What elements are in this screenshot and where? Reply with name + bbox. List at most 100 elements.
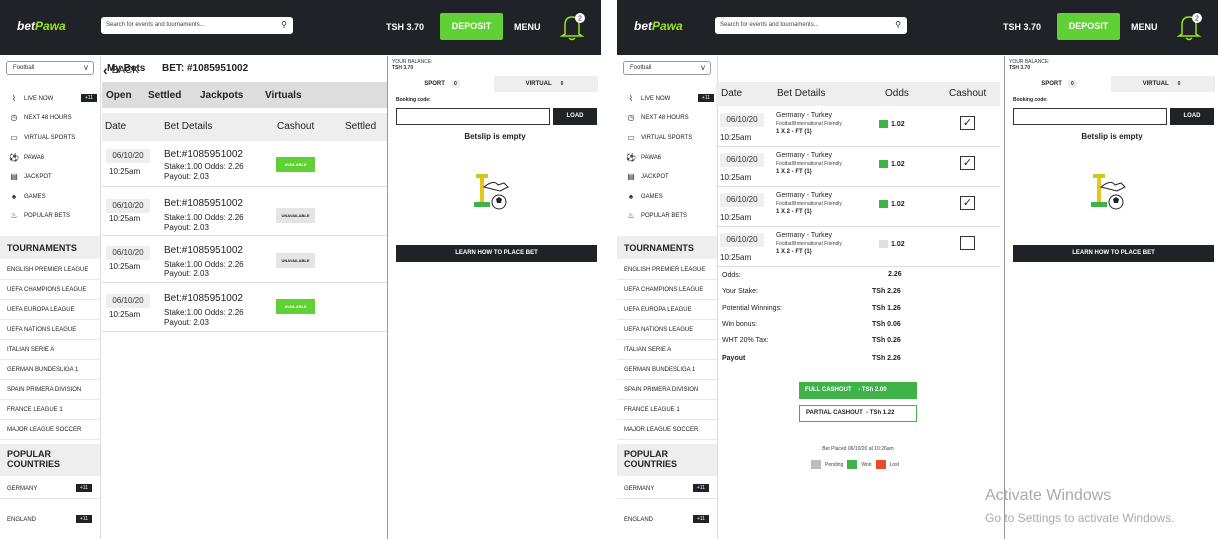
bet-stake: Stake:1.00 Odds: 2.26 [164, 213, 244, 222]
tournament-item[interactable]: UEFA CHAMPIONS LEAGUE [617, 280, 717, 300]
bet-tabs: Open Settled Jackpots Virtuals [102, 82, 387, 108]
tab-settled[interactable]: Settled [148, 90, 181, 101]
sidebar-item-virtual-sports[interactable]: ▭ VIRTUAL SPORTS [0, 128, 100, 147]
sidebar-item-next-48-hours[interactable]: ◷ NEXT 48 HOURS [617, 108, 717, 127]
summary-value: TSh 2.26 [872, 288, 901, 295]
booking-code-label: Booking code: [396, 97, 431, 103]
booking-code-input[interactable] [396, 108, 550, 125]
deposit-button[interactable]: DEPOSIT [1057, 13, 1120, 40]
tournament-item[interactable]: UEFA CHAMPIONS LEAGUE [0, 280, 100, 300]
tournament-item[interactable]: SPAIN PRIMERA DIVISION [617, 380, 717, 400]
search-icon[interactable]: ⚲ [895, 20, 901, 29]
betpawa-logo[interactable]: betPawa [17, 19, 66, 33]
tab-virtual[interactable]: VIRTUAL 0 [1111, 76, 1215, 92]
sidebar-item-pawa6[interactable]: ⚽ PAWA6 [617, 148, 717, 167]
sport-select[interactable]: Football v [623, 61, 711, 75]
tab-virtual[interactable]: VIRTUAL 0 [494, 76, 598, 92]
detail-table-header: Date Bet Details Odds Cashout [716, 82, 1000, 106]
sidebar-item-next-48-hours[interactable]: ◷ NEXT 48 HOURS [0, 108, 100, 127]
sidebar-item-jackpot[interactable]: ▤ JACKPOT [617, 167, 717, 186]
bet-row[interactable]: 06/10/20 10:25am Bet:#1085951002 Stake:1… [102, 283, 387, 332]
sidebar-item-games[interactable]: ♠ GAMES [0, 187, 100, 206]
tournament-item[interactable]: FRANCE LEAGUE 1 [617, 400, 717, 420]
tournament-item[interactable]: GERMAN BUNDESLIGA 1 [617, 360, 717, 380]
tournament-item[interactable]: UEFA EUROPA LEAGUE [0, 300, 100, 320]
sidebar-item-games[interactable]: ♠ GAMES [617, 187, 717, 206]
bet-row[interactable]: 06/10/20 10:25am Bet:#1085951002 Stake:1… [102, 187, 387, 236]
sidebar-item-pawa6[interactable]: ⚽ PAWA6 [0, 148, 100, 167]
tournament-item[interactable]: ITALIAN SERIE A [0, 340, 100, 360]
load-button[interactable]: LOAD [553, 108, 597, 125]
tournament-item[interactable]: UEFA EUROPA LEAGUE [617, 300, 717, 320]
search-input[interactable]: Search for events and tournaments... ⚲ [715, 17, 907, 34]
tab-jackpots[interactable]: Jackpots [200, 90, 243, 101]
menu-button[interactable]: MENU [514, 22, 541, 32]
spade-icon: ♠ [628, 192, 634, 201]
full-cashout-button[interactable]: FULL CASHOUT - TSh 2.00 [799, 382, 917, 399]
bet-row[interactable]: 06/10/20 10:25am Bet:#1085951002 Stake:1… [102, 143, 387, 187]
sidebar-item-live-now[interactable]: ⌇ LIVE NOW +11 [617, 89, 717, 108]
cashout-checkbox[interactable] [960, 236, 975, 250]
match-name: Germany - Turkey [776, 112, 833, 119]
bet-stake: Stake:1.00 Odds: 2.26 [164, 260, 244, 269]
country-item-germany[interactable]: GERMANY +11 [0, 479, 100, 499]
pending-swatch [811, 460, 821, 469]
tournament-item[interactable]: UEFA NATIONS LEAGUE [0, 320, 100, 340]
betpawa-logo[interactable]: betPawa [634, 19, 683, 33]
cashout-status-badge[interactable]: AVAILABLE [276, 157, 315, 172]
bet-row[interactable]: 06/10/20 10:25am Bet:#1085951002 Stake:1… [102, 236, 387, 283]
tournament-item[interactable]: ITALIAN SERIE A [617, 340, 717, 360]
partial-cashout-button[interactable]: PARTIAL CASHOUT - TSh 1.22 [799, 405, 917, 422]
cashout-checkbox[interactable]: ✓ [960, 156, 975, 170]
tab-sport[interactable]: SPORT 0 [390, 76, 494, 92]
activate-windows-watermark: Activate Windows [985, 487, 1112, 504]
match-competition: Football/International Friendly [776, 201, 842, 207]
sidebar-item-live-now[interactable]: ⌇ LIVE NOW +11 [0, 89, 100, 108]
country-item-germany[interactable]: GERMANY +11 [617, 479, 717, 499]
load-button[interactable]: LOAD [1170, 108, 1214, 125]
summary-label: Payout [722, 355, 746, 362]
sport-select[interactable]: Football v [6, 61, 94, 75]
flame-icon: ♨ [627, 211, 635, 220]
menu-button[interactable]: MENU [1131, 22, 1158, 32]
learn-how-to-place-bet-button[interactable]: LEARN HOW TO PLACE BET [1013, 245, 1214, 262]
flame-icon: ♨ [10, 211, 18, 220]
tab-virtuals[interactable]: Virtuals [265, 90, 302, 101]
back-button[interactable]: ‹ BACK [103, 62, 139, 78]
market-name: 1 X 2 - FT (1) [776, 249, 812, 255]
cashout-checkbox[interactable]: ✓ [960, 196, 975, 210]
search-input[interactable]: Search for events and tournaments... ⚲ [101, 17, 293, 34]
tournament-item[interactable]: MAJOR LEAGUE SOCCER [0, 420, 100, 440]
country-item-england[interactable]: ENGLAND +11 [0, 510, 100, 530]
country-item-england[interactable]: ENGLAND +11 [617, 510, 717, 530]
tournament-item[interactable]: ENGLISH PREMIER LEAGUE [617, 260, 717, 280]
booking-code-input[interactable] [1013, 108, 1167, 125]
search-icon[interactable]: ⚲ [281, 20, 287, 29]
sidebar-item-popular-bets[interactable]: ♨ POPULAR BETS [617, 206, 717, 225]
booking-code-label: Booking code: [1013, 97, 1048, 103]
sidebar-item-popular-bets[interactable]: ♨ POPULAR BETS [0, 206, 100, 225]
cashout-checkbox[interactable]: ✓ [960, 116, 975, 130]
cashout-status-badge[interactable]: AVAILABLE [276, 299, 315, 314]
popular-countries-heading: POPULAR COUNTRIES [617, 444, 717, 476]
tournament-item[interactable]: MAJOR LEAGUE SOCCER [617, 420, 717, 440]
bet-payout: Payout: 2.03 [164, 318, 209, 327]
tournament-item[interactable]: UEFA NATIONS LEAGUE [617, 320, 717, 340]
bell-icon[interactable]: 2 [560, 12, 586, 42]
sidebar-item-jackpot[interactable]: ▤ JACKPOT [0, 167, 100, 186]
tournament-item[interactable]: ENGLISH PREMIER LEAGUE [0, 260, 100, 280]
deposit-button[interactable]: DEPOSIT [440, 13, 503, 40]
tournament-item[interactable]: FRANCE LEAGUE 1 [0, 400, 100, 420]
tournament-item[interactable]: SPAIN PRIMERA DIVISION [0, 380, 100, 400]
learn-how-to-place-bet-button[interactable]: LEARN HOW TO PLACE BET [396, 245, 597, 262]
column-bet-details: Bet Details [164, 121, 213, 132]
tab-open[interactable]: Open [106, 90, 132, 101]
tournament-item[interactable]: GERMAN BUNDESLIGA 1 [0, 360, 100, 380]
live-count-badge: +11 [697, 94, 714, 102]
bell-icon[interactable]: 2 [1177, 12, 1203, 42]
sidebar-item-virtual-sports[interactable]: ▭ VIRTUAL SPORTS [617, 128, 717, 147]
tab-sport[interactable]: SPORT 0 [1007, 76, 1111, 92]
cashout-status-badge: UNAVAILABLE [276, 208, 315, 223]
panel-divider [601, 0, 617, 539]
column-cashout: Cashout [277, 121, 315, 132]
